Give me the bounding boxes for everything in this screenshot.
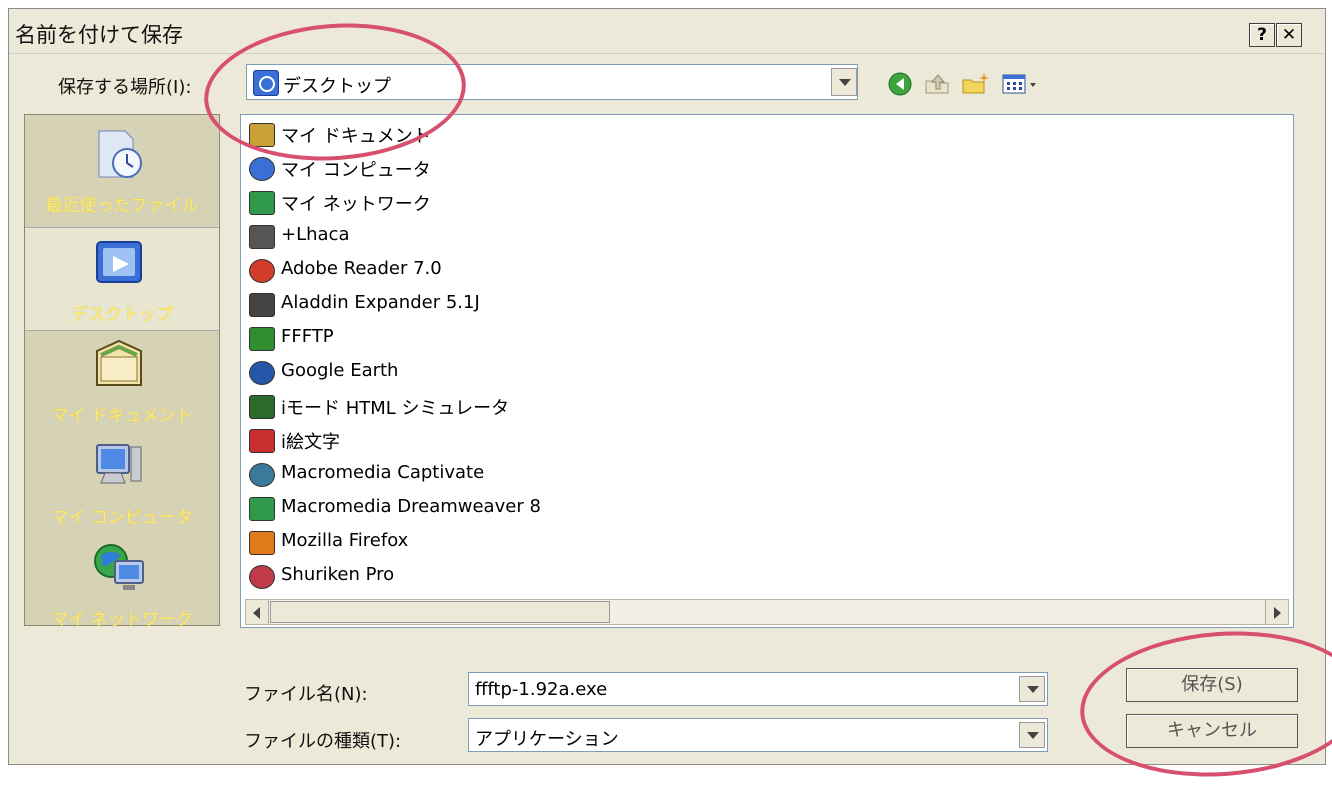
place-my-computer[interactable]: マイ コンピュータ bbox=[25, 431, 219, 535]
chevron-down-icon[interactable] bbox=[1019, 676, 1045, 702]
chevron-down-icon[interactable] bbox=[831, 68, 857, 96]
my-documents-icon bbox=[96, 339, 142, 386]
horizontal-scrollbar[interactable] bbox=[245, 599, 1289, 625]
computer-icon bbox=[249, 157, 275, 181]
dreamweaver-icon bbox=[249, 497, 275, 521]
places-bar: 最近使ったファイル デスクトップ マイ ドキュメント マイ コンピュータ マイ … bbox=[24, 114, 220, 630]
dialog-title: 名前を付けて保存 bbox=[15, 23, 183, 47]
up-folder-icon[interactable] bbox=[922, 71, 952, 97]
file-type-value: アプリケーション bbox=[475, 729, 619, 750]
title-bar: 名前を付けて保存 ? ✕ bbox=[9, 9, 1325, 54]
recent-files-icon bbox=[98, 130, 142, 178]
scrollbar-thumb[interactable] bbox=[270, 601, 610, 623]
place-desktop[interactable]: デスクトップ bbox=[25, 227, 219, 331]
shuriken-icon bbox=[249, 565, 275, 589]
file-item-label: iモード HTML シミュレータ bbox=[281, 398, 510, 419]
ffftp-icon bbox=[249, 327, 275, 351]
place-my-network[interactable]: マイ ネットワーク bbox=[25, 533, 219, 637]
lhaca-icon bbox=[249, 225, 275, 249]
google-earth-icon bbox=[249, 361, 275, 385]
place-label: マイ ネットワーク bbox=[51, 610, 193, 630]
file-name-label: ファイル名(N): bbox=[244, 684, 368, 705]
aladdin-icon bbox=[249, 293, 275, 317]
scroll-left-icon[interactable] bbox=[246, 600, 269, 624]
help-button[interactable]: ? bbox=[1249, 23, 1275, 47]
my-network-icon bbox=[94, 544, 144, 590]
place-label: 最近使ったファイル bbox=[45, 196, 199, 216]
adobe-reader-icon bbox=[249, 259, 275, 283]
captivate-icon bbox=[249, 463, 275, 487]
file-item-label: i絵文字 bbox=[281, 432, 341, 453]
place-label: デスクトップ bbox=[71, 305, 173, 325]
file-item-label: Mozilla Firefox bbox=[281, 530, 409, 551]
file-item-label: Adobe Reader 7.0 bbox=[281, 258, 442, 279]
file-item-label: +Lhaca bbox=[281, 224, 350, 245]
file-item-label: マイ コンピュータ bbox=[281, 160, 431, 181]
imode-icon bbox=[249, 395, 275, 419]
file-item-label: FFFTP bbox=[281, 326, 334, 347]
file-type-dropdown[interactable]: アプリケーション bbox=[468, 718, 1048, 752]
views-menu-icon[interactable] bbox=[1000, 71, 1044, 97]
network-icon bbox=[249, 191, 275, 215]
place-label: マイ コンピュータ bbox=[51, 508, 193, 528]
new-folder-icon[interactable] bbox=[960, 71, 990, 97]
file-item-label: Aladdin Expander 5.1J bbox=[281, 292, 480, 313]
scroll-right-icon[interactable] bbox=[1265, 600, 1288, 624]
place-recent-files[interactable]: 最近使ったファイル bbox=[25, 119, 219, 223]
place-label: マイ ドキュメント bbox=[51, 406, 193, 426]
save-in-label: 保存する場所(I): bbox=[58, 77, 192, 98]
firefox-icon bbox=[249, 531, 275, 555]
emoji-icon bbox=[249, 429, 275, 453]
file-list[interactable]: マイ ドキュメント マイ コンピュータ マイ ネットワーク +Lhaca Adobe R… bbox=[240, 114, 1294, 628]
back-icon[interactable] bbox=[886, 71, 916, 97]
my-computer-icon bbox=[96, 444, 142, 484]
file-name-input[interactable]: ffftp-1.92a.exe bbox=[468, 672, 1048, 706]
file-item-label: Shuriken Pro bbox=[281, 564, 395, 585]
desktop-icon bbox=[96, 241, 142, 283]
file-item-label: Macromedia Captivate bbox=[281, 462, 485, 483]
file-name-value: ffftp-1.92a.exe bbox=[475, 679, 608, 700]
file-item-label: マイ ネットワーク bbox=[281, 194, 431, 215]
file-type-label: ファイルの種類(T): bbox=[244, 731, 402, 752]
file-item-label: Macromedia Dreamweaver 8 bbox=[281, 496, 541, 517]
file-item-label: Google Earth bbox=[281, 360, 399, 381]
chevron-down-icon[interactable] bbox=[1019, 722, 1045, 748]
close-button[interactable]: ✕ bbox=[1276, 23, 1302, 47]
place-my-documents[interactable]: マイ ドキュメント bbox=[25, 329, 219, 433]
